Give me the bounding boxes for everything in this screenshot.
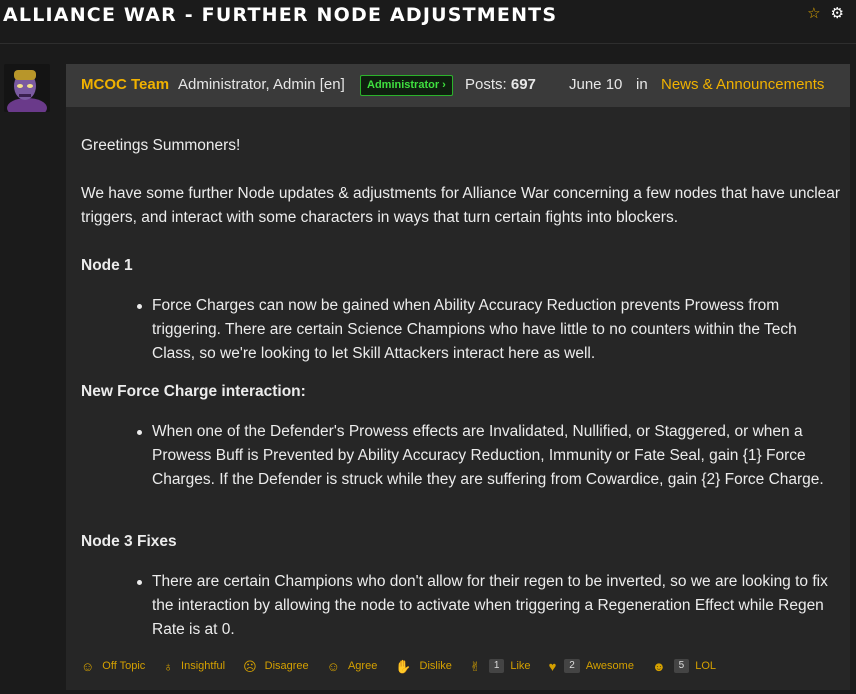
post: MCOC Team Administrator, Admin [en] Admi… [66,64,850,690]
post-count: Posts: 697 [465,76,536,93]
thread-actions: ☆ ⚙ [807,6,844,21]
author-roles: Administrator, Admin [en] [178,76,345,93]
off-topic-icon: ☺ [81,658,95,674]
lol-count: 5 [673,659,690,673]
greeting-text: Greetings Summoners! [81,137,241,154]
node1-list-item: Force Charges can now be gained when Abi… [137,294,832,366]
reaction-off-topic[interactable]: ☺ Off Topic [81,660,145,673]
reactions-bar: ☺ Off Topic ♁ Insightful ☹ Disagree ☺ Agree … [81,658,734,674]
awesome-count: 2 [564,659,580,673]
reaction-agree-label: Agree [347,660,378,672]
reaction-disagree[interactable]: ☹ Disagree [243,660,309,673]
heart-icon: ♥ [548,658,557,674]
reaction-insightful-label: Insightful [181,660,226,672]
reaction-disagree-label: Disagree [264,660,309,672]
reaction-agree[interactable]: ☺ Agree [327,660,378,673]
force-list-item: When one of the Defender's Prowess effec… [137,420,832,492]
node3-list-item: There are certain Champions who don't al… [137,570,832,642]
thread-title-bar: ALLIANCE WAR - FURTHER NODE ADJUSTMENTS … [0,0,856,44]
like-count: 1 [488,659,505,673]
post-count-label: Posts: [465,76,507,93]
in-label: in [636,76,648,93]
agree-icon: ☺ [326,658,340,674]
disagree-icon: ☹ [243,658,257,674]
node1-heading: Node 1 [81,257,133,274]
lightbulb-icon: ♁ [163,658,174,674]
node3-heading: Node 3 Fixes [81,533,177,550]
reaction-like[interactable]: ✌ 1 Like [470,659,531,673]
reaction-lol[interactable]: ☻ 5 LOL [652,659,716,673]
thumbs-up-icon: ✌ [469,658,481,674]
intro-text: We have some further Node updates & adju… [81,185,841,226]
role-badge[interactable]: Administrator › [360,75,453,96]
reaction-lol-label: LOL [695,660,716,672]
reaction-like-label: Like [510,660,531,672]
reaction-off-topic-label: Off Topic [102,660,146,672]
reaction-dislike[interactable]: ✋ Dislike [395,660,452,673]
reaction-awesome-label: Awesome [585,660,634,672]
reaction-awesome[interactable]: ♥ 2 Awesome [549,659,634,673]
avatar[interactable] [4,64,50,112]
reaction-dislike-label: Dislike [419,660,452,672]
thumbs-down-icon: ✋ [395,658,412,674]
star-icon[interactable]: ☆ [807,6,820,21]
post-date[interactable]: June 10 [569,76,622,93]
category-link[interactable]: News & Announcements [661,76,824,93]
laugh-icon: ☻ [651,658,666,674]
force-heading: New Force Charge interaction: [81,383,306,400]
gear-icon[interactable]: ⚙ [831,6,844,21]
post-header: MCOC Team Administrator, Admin [en] Admi… [66,64,850,107]
thread-title: ALLIANCE WAR - FURTHER NODE ADJUSTMENTS [3,4,558,26]
reaction-insightful[interactable]: ♁ Insightful [163,660,225,673]
author-name[interactable]: MCOC Team [81,76,169,93]
post-count-value: 697 [510,76,536,93]
